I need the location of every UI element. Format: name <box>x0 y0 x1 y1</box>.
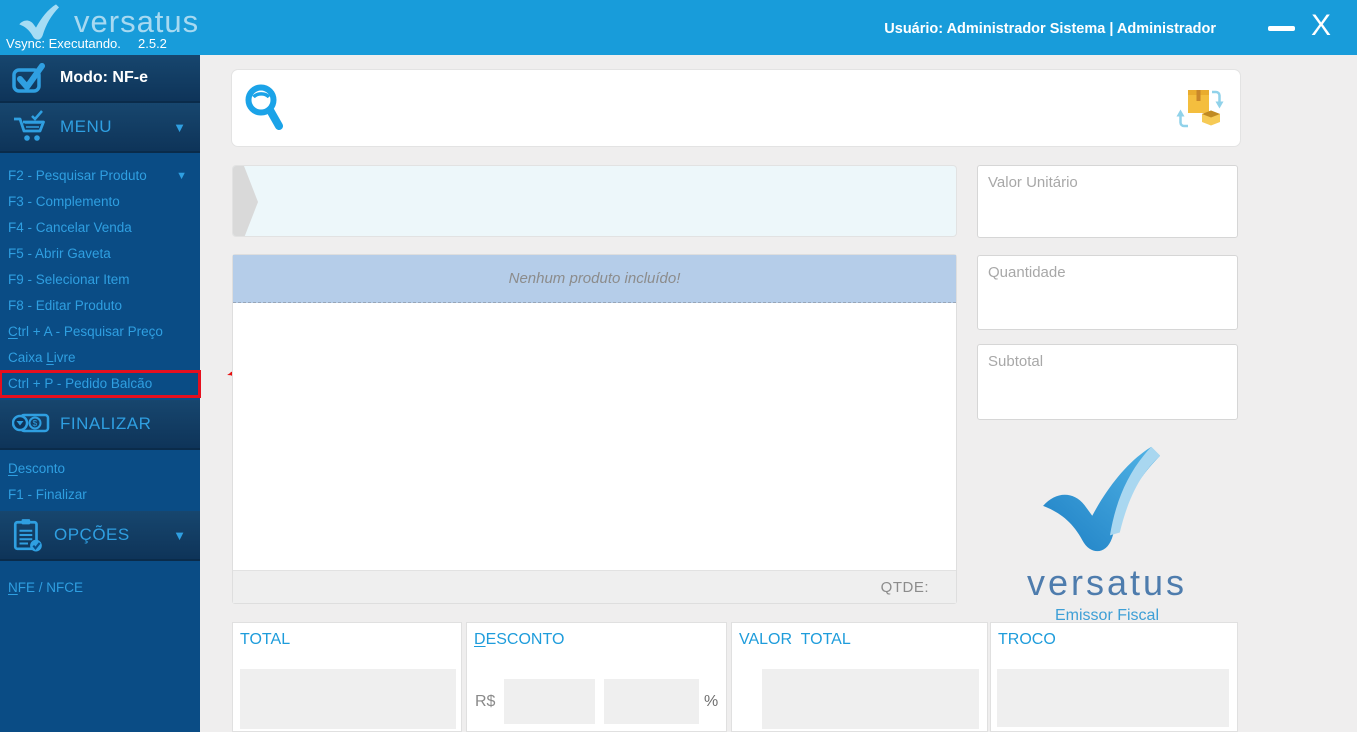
opcoes-section-header[interactable]: OPÇÕES ▼ <box>0 511 200 561</box>
chevron-down-icon: ▼ <box>173 119 186 135</box>
minimize-button[interactable] <box>1268 26 1295 31</box>
watermark-brand: versatus <box>1026 562 1188 603</box>
product-search-input[interactable] <box>302 70 1162 146</box>
valor-total-value-display <box>762 669 979 729</box>
finalizar-items: Desconto F1 - Finalizar <box>0 450 200 511</box>
empty-list-banner: Nenhum produto incluído! <box>233 255 956 303</box>
title-bar: versatus Vsync: Executando. 2.5.2 Usuári… <box>0 0 1357 55</box>
subtotal-field[interactable]: Subtotal <box>977 344 1238 420</box>
total-panel: TOTAL <box>232 622 462 732</box>
menu-items: F2 - Pesquisar Produto ▼ F3 - Complement… <box>0 153 201 400</box>
desconto-label: DESCONTO <box>474 631 565 648</box>
menu-item-abrir-gaveta[interactable]: F5 - Abrir Gaveta <box>0 241 200 267</box>
menu-item-finalizar[interactable]: F1 - Finalizar <box>0 482 200 508</box>
menu-item-selecionar-item[interactable]: F9 - Selecionar Item <box>0 267 200 293</box>
vsync-status: Vsync: Executando. <box>6 36 121 51</box>
app-version: 2.5.2 <box>138 36 167 51</box>
chevron-right-icon <box>233 166 258 236</box>
total-label: TOTAL <box>240 631 291 648</box>
menu-item-desconto[interactable]: Desconto <box>0 456 200 482</box>
qtde-label: QTDE: <box>880 579 929 596</box>
opcoes-section-title: OPÇÕES <box>54 525 130 544</box>
menu-item-pesquisar-preco[interactable]: Ctrl + A - Pesquisar Preço <box>0 319 200 345</box>
valor-total-label: VALOR TOTAL <box>739 631 851 648</box>
chevron-down-icon: ▼ <box>173 527 186 543</box>
menu-item-cancelar-venda[interactable]: F4 - Cancelar Venda <box>0 215 200 241</box>
menu-item-caixa-livre[interactable]: Caixa Livre <box>0 345 200 371</box>
checkbox-check-icon <box>12 63 45 93</box>
search-icon <box>245 84 283 130</box>
menu-section-title: MENU <box>60 117 113 136</box>
menu-section-header[interactable]: MENU ▼ <box>0 103 200 153</box>
close-button[interactable]: X <box>1311 8 1331 44</box>
desconto-valor-input[interactable] <box>504 679 595 724</box>
product-name-display <box>232 165 957 237</box>
finalizar-section-header[interactable]: $ FINALIZAR <box>0 400 200 450</box>
menu-item-nfe-nfce[interactable]: NFE / NFCE <box>0 575 200 601</box>
sidebar: Modo: NF-e MENU ▼ F2 - Pesquisar Produto… <box>0 55 201 732</box>
valor-total-panel: VALOR TOTAL <box>731 622 988 732</box>
list-footer: QTDE: <box>233 570 956 603</box>
app-logo-text: versatus <box>74 4 200 39</box>
finalizar-section-title: FINALIZAR <box>60 414 152 433</box>
total-value-display <box>240 669 456 729</box>
valor-unitario-field[interactable]: Valor Unitário <box>977 165 1238 238</box>
svg-text:$: $ <box>33 418 38 428</box>
menu-item-pedido-balcao[interactable]: Ctrl + P - Pedido Balcão <box>0 370 201 398</box>
money-icon: $ <box>12 413 50 433</box>
product-search-bar <box>232 70 1240 146</box>
troco-label: TROCO <box>998 631 1056 648</box>
versatus-check-icon <box>1043 446 1161 552</box>
quantidade-field[interactable]: Quantidade <box>977 255 1238 330</box>
package-exchange-icon[interactable] <box>1174 85 1226 129</box>
product-list: Nenhum produto incluído! QTDE: <box>232 254 957 604</box>
menu-item-editar-produto[interactable]: F8 - Editar Produto <box>0 293 200 319</box>
menu-item-pesquisar-produto[interactable]: F2 - Pesquisar Produto ▼ <box>0 163 200 189</box>
user-info: Usuário: Administrador Sistema | Adminis… <box>884 21 1216 37</box>
versatus-watermark: versatus Emissor Fiscal <box>1007 443 1207 625</box>
opcoes-items: NFE / NFCE <box>0 561 200 604</box>
clipboard-check-icon <box>13 519 42 552</box>
desconto-percent-input[interactable] <box>604 679 699 724</box>
mode-header: Modo: NF-e <box>0 55 200 103</box>
desconto-panel: DESCONTO R$ % <box>466 622 727 732</box>
troco-panel: TROCO <box>990 622 1238 732</box>
percent-label: % <box>704 693 719 710</box>
mode-label: Modo: NF-e <box>60 69 148 86</box>
cart-icon <box>14 110 45 141</box>
empty-list-message: Nenhum produto incluído! <box>508 270 681 287</box>
chevron-down-icon: ▼ <box>176 170 187 182</box>
currency-label: R$ <box>475 693 496 710</box>
menu-item-complemento[interactable]: F3 - Complemento <box>0 189 200 215</box>
troco-value-display <box>997 669 1229 727</box>
